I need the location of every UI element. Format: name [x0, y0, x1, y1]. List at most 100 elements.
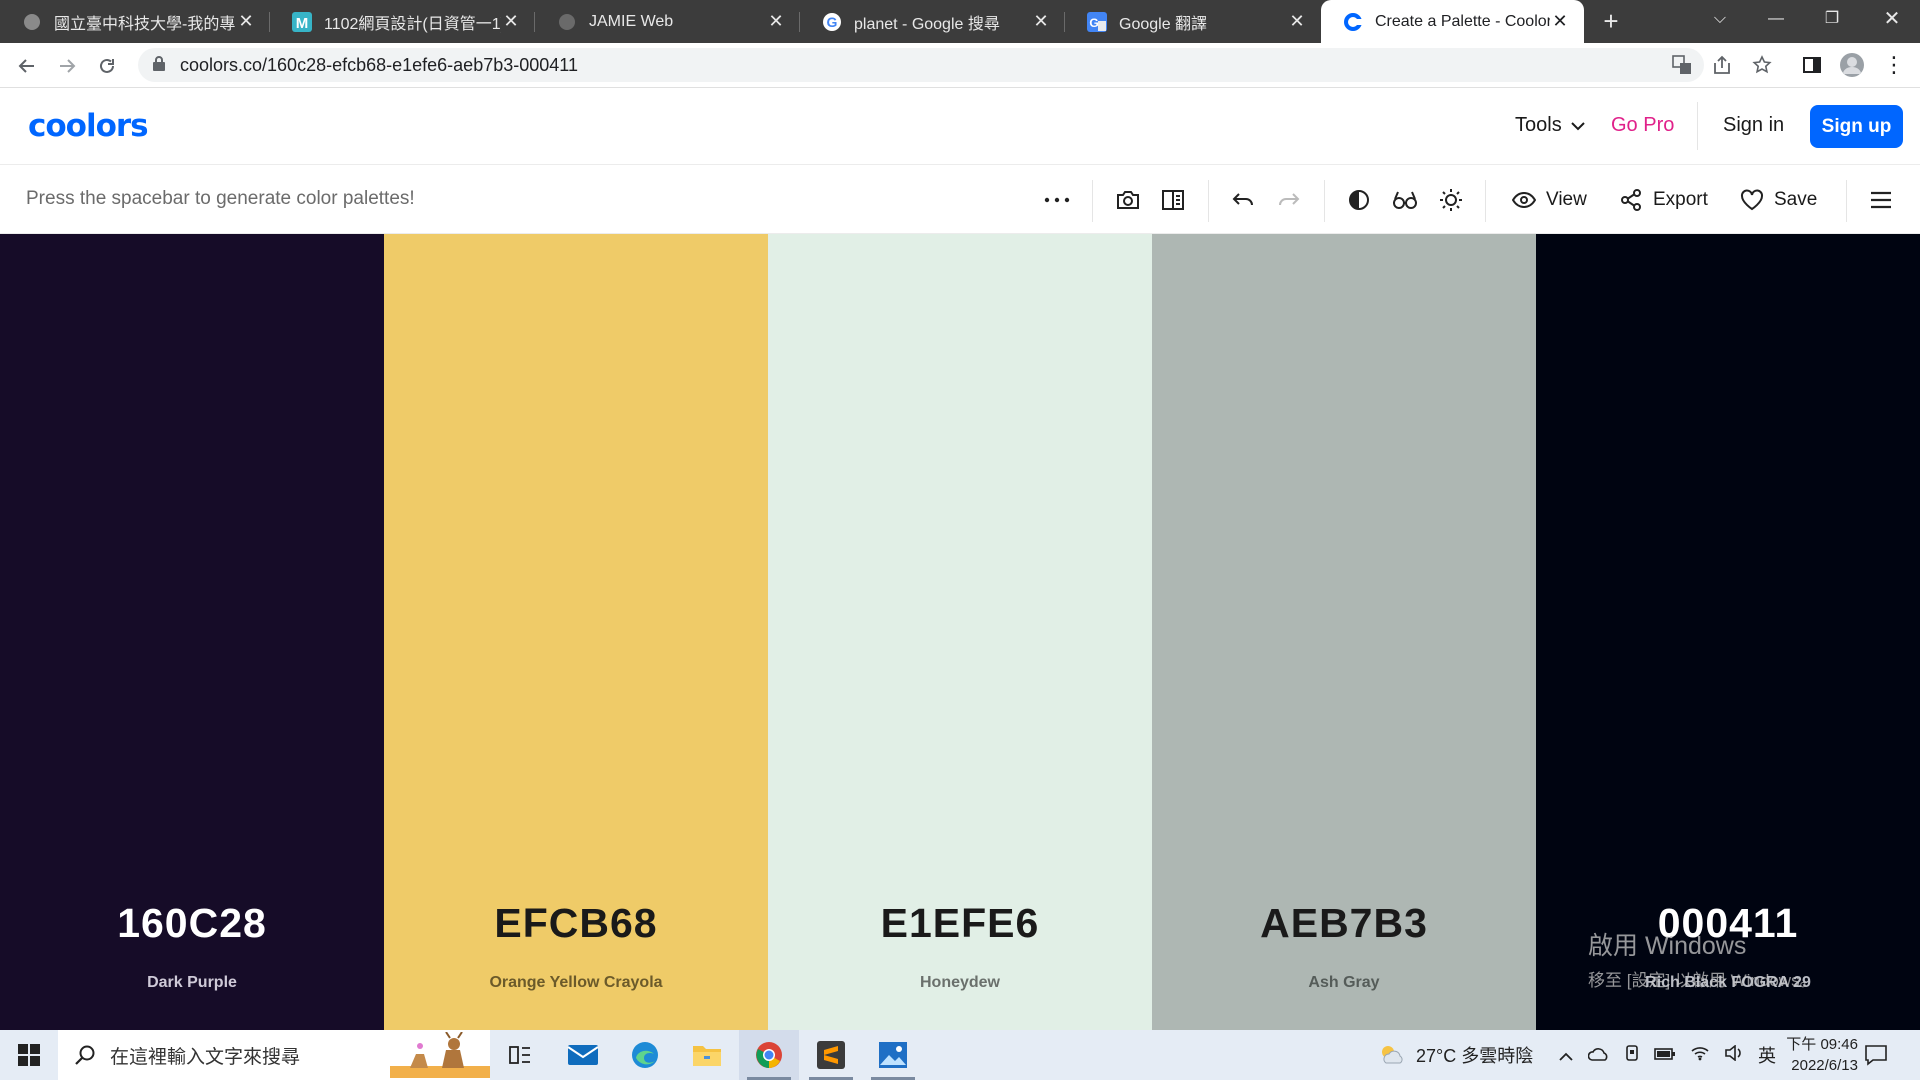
side-panel-icon[interactable]: [1798, 51, 1826, 79]
undo-icon[interactable]: [1228, 185, 1258, 215]
onedrive-cloud-icon[interactable]: [1587, 1045, 1610, 1066]
color-swatch[interactable]: 000411 Rich Black FOGRA 29: [1536, 234, 1920, 1030]
bookmark-star-icon[interactable]: [1748, 51, 1776, 79]
reload-icon[interactable]: [92, 51, 122, 81]
browser-tab-strip: 國立臺中科技大學-我的專區 ✕ M 1102網頁設計(日資管一1) ✕ JAMI…: [0, 0, 1920, 43]
view-button[interactable]: View: [1512, 185, 1587, 215]
window-close-icon[interactable]: ✕: [1864, 0, 1920, 40]
profile-avatar[interactable]: [1838, 51, 1866, 79]
lock-icon[interactable]: [152, 55, 166, 76]
divider: [1697, 102, 1698, 150]
hex-code[interactable]: 000411: [1536, 900, 1920, 947]
svg-text:G: G: [827, 14, 838, 30]
glasses-icon[interactable]: [1390, 185, 1420, 215]
sign-in-link[interactable]: Sign in: [1723, 114, 1784, 137]
forward-icon[interactable]: [52, 51, 82, 81]
search-icon: [75, 1045, 95, 1065]
color-name[interactable]: Ash Gray: [1152, 974, 1536, 992]
url-text[interactable]: coolors.co/160c28-efcb68-e1efe6-aeb7b3-0…: [180, 55, 578, 76]
close-icon[interactable]: ✕: [1287, 11, 1307, 32]
save-button[interactable]: Save: [1740, 185, 1817, 215]
globe-icon: [22, 12, 42, 32]
contrast-icon[interactable]: [1344, 185, 1374, 215]
new-tab-button[interactable]: +: [1596, 8, 1626, 36]
photos-app-icon[interactable]: [863, 1030, 923, 1080]
camera-icon[interactable]: [1113, 185, 1143, 215]
tab-jamie-web[interactable]: JAMIE Web ✕: [535, 0, 800, 43]
close-icon[interactable]: ✕: [1550, 11, 1570, 32]
chevron-down-icon: [1570, 121, 1585, 130]
wifi-icon[interactable]: [1690, 1045, 1710, 1066]
tools-menu[interactable]: Tools: [1515, 114, 1586, 137]
sublime-text-icon[interactable]: [801, 1030, 861, 1080]
chrome-menu-icon[interactable]: ⋮: [1880, 51, 1908, 79]
tab-coolors[interactable]: Create a Palette - Coolors ✕: [1321, 0, 1584, 43]
sign-up-button[interactable]: Sign up: [1810, 105, 1903, 148]
edge-browser-icon[interactable]: [615, 1030, 675, 1080]
tab-search-icon[interactable]: ⌵: [1692, 0, 1748, 40]
hamburger-menu-icon[interactable]: [1866, 185, 1896, 215]
restore-icon[interactable]: ❐: [1804, 0, 1860, 40]
coolors-icon: [1343, 12, 1363, 32]
mail-app-icon[interactable]: [553, 1030, 613, 1080]
hex-code[interactable]: EFCB68: [384, 900, 768, 947]
coolors-logo[interactable]: coolors: [28, 108, 149, 144]
m-logo-icon: M: [292, 11, 312, 32]
device-icon[interactable]: [1624, 1044, 1640, 1067]
globe-icon: [557, 12, 577, 32]
spacebar-hint: Press the spacebar to generate color pal…: [26, 188, 415, 209]
close-icon[interactable]: ✕: [1031, 11, 1051, 32]
export-label: Export: [1653, 189, 1708, 210]
redo-icon[interactable]: [1274, 185, 1304, 215]
taskbar-clock[interactable]: 下午 09:46 2022/6/13: [1758, 1034, 1858, 1076]
partly-cloudy-icon: [1382, 1046, 1403, 1064]
hex-code[interactable]: AEB7B3: [1152, 900, 1536, 947]
battery-icon[interactable]: [1654, 1045, 1676, 1066]
address-bar[interactable]: coolors.co/160c28-efcb68-e1efe6-aeb7b3-0…: [138, 48, 1704, 82]
share-nodes-icon: [1621, 189, 1641, 211]
tab-web-design[interactable]: M 1102網頁設計(日資管一1) ✕: [270, 0, 535, 43]
go-pro-link[interactable]: Go Pro: [1611, 114, 1674, 137]
hex-code[interactable]: E1EFE6: [768, 900, 1152, 947]
minimize-icon[interactable]: —: [1748, 0, 1804, 40]
color-swatch[interactable]: EFCB68 Orange Yellow Crayola: [384, 234, 768, 1030]
color-swatch[interactable]: E1EFE6 Honeydew: [768, 234, 1152, 1030]
task-view-icon[interactable]: [490, 1030, 550, 1080]
tab-title: 國立臺中科技大學-我的專區: [54, 15, 236, 33]
close-icon[interactable]: ✕: [501, 11, 521, 32]
svg-text:G: G: [1089, 16, 1098, 30]
weather-widget[interactable]: 27°C 多雲時陰: [1378, 1030, 1533, 1080]
more-options-icon[interactable]: [1042, 185, 1072, 215]
color-swatch[interactable]: 160C28 Dark Purple: [0, 234, 384, 1030]
color-name[interactable]: Honeydew: [768, 974, 1152, 992]
browser-toolbar: coolors.co/160c28-efcb68-e1efe6-aeb7b3-0…: [0, 43, 1920, 88]
file-explorer-icon[interactable]: [677, 1030, 737, 1080]
color-name[interactable]: Rich Black FOGRA 29: [1536, 974, 1920, 992]
close-icon[interactable]: ✕: [236, 11, 256, 32]
split-view-icon[interactable]: [1158, 185, 1188, 215]
tab-nutc[interactable]: 國立臺中科技大學-我的專區 ✕: [0, 0, 270, 43]
svg-text:M: M: [296, 15, 309, 32]
color-swatch[interactable]: AEB7B3 Ash Gray: [1152, 234, 1536, 1030]
volume-icon[interactable]: [1724, 1043, 1744, 1066]
search-highlight-deer-icon: [390, 1032, 490, 1078]
tools-label: Tools: [1515, 114, 1562, 136]
tab-google-translate[interactable]: G Google 翻譯 ✕: [1065, 0, 1321, 43]
weather-text: 27°C 多雲時陰: [1416, 1046, 1534, 1066]
notification-icon[interactable]: [1864, 1030, 1888, 1080]
chrome-taskbar-icon[interactable]: [739, 1030, 799, 1080]
windows-taskbar: 在這裡輸入文字來搜尋 27°C 多雲時陰 英 下午 09:46 2022/6/1…: [0, 1030, 1920, 1080]
back-icon[interactable]: [12, 51, 42, 81]
export-button[interactable]: Export: [1619, 185, 1708, 215]
chevron-up-icon[interactable]: [1558, 1045, 1574, 1066]
hex-code[interactable]: 160C28: [0, 900, 384, 947]
share-icon[interactable]: [1708, 51, 1736, 79]
windows-start-icon[interactable]: [0, 1030, 58, 1080]
tab-google-search[interactable]: G planet - Google 搜尋 ✕: [800, 0, 1065, 43]
color-name[interactable]: Dark Purple: [0, 974, 384, 992]
close-icon[interactable]: ✕: [766, 11, 786, 32]
color-name[interactable]: Orange Yellow Crayola: [384, 974, 768, 992]
brightness-icon[interactable]: [1436, 185, 1466, 215]
taskbar-search-box[interactable]: 在這裡輸入文字來搜尋: [58, 1030, 490, 1080]
translate-icon[interactable]: [1668, 51, 1696, 79]
